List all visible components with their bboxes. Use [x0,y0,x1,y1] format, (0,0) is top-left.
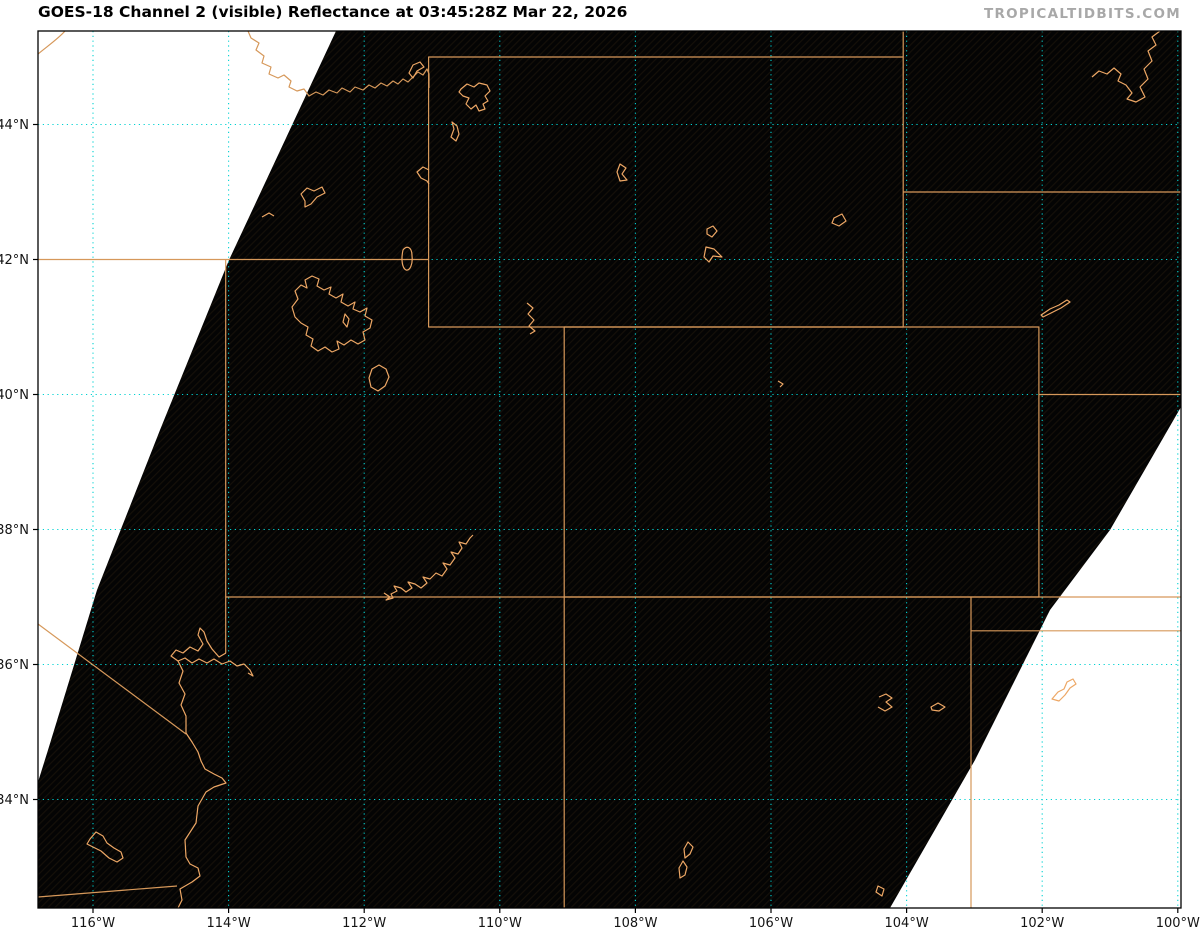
lon-tick-label: 100°W [1156,916,1200,929]
lon-tick-label: 114°W [207,916,251,929]
lon-tick-label: 102°W [1020,916,1064,929]
satellite-swath [38,31,1181,908]
satellite-map-figure: GOES-18 Channel 2 (visible) Reflectance … [0,0,1200,929]
lat-tick-label: 44°N [0,118,29,133]
lat-tick-label: 40°N [0,388,29,403]
lat-tick-label: 38°N [0,523,29,538]
swath-layer [38,31,1181,908]
border-idaho-oregon-snake [38,31,66,55]
lat-tick-label: 42°N [0,253,29,268]
lon-tick-label: 112°W [342,916,386,929]
lon-tick-label: 106°W [749,916,793,929]
lon-tick-label: 116°W [71,916,115,929]
map-canvas: 44°N 42°N 40°N 38°N 36°N 34°N 116°W 114°W 112°W 1… [0,30,1200,929]
lon-tick-label: 108°W [613,916,657,929]
lon-tick-label: 104°W [885,916,929,929]
lat-tick-label: 34°N [0,793,29,808]
lat-tick-label: 36°N [0,658,29,673]
water-lake-meredith [1051,678,1077,702]
lon-tick-label: 110°W [478,916,522,929]
